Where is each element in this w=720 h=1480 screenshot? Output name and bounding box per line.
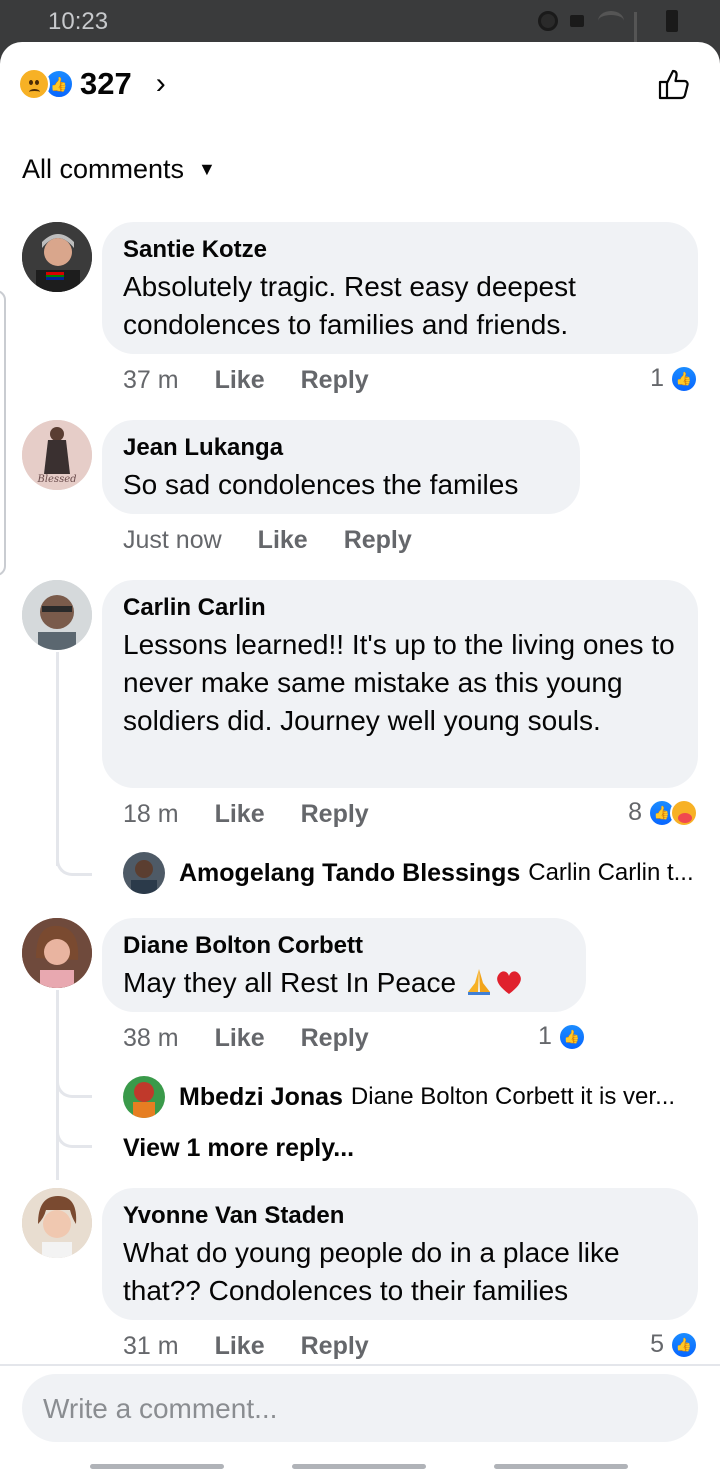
comment-text: Lessons learned!! It's up to the living … (123, 629, 675, 736)
comment-reactions[interactable]: 1 👍 (650, 364, 698, 393)
reply-preview[interactable]: Amogelang Tando Blessings Carlin Carlin … (123, 852, 703, 894)
comment-bubble[interactable]: Santie Kotze Absolutely tragic. Rest eas… (102, 222, 698, 354)
comment-bubble[interactable]: Carlin Carlin Lessons learned!! It's up … (102, 580, 698, 788)
reactions-summary[interactable]: 👍 327 › (18, 66, 166, 102)
home-button[interactable] (292, 1464, 426, 1469)
reaction-count: 327 (80, 66, 132, 101)
reply-text: Diane Bolton Corbett it is ver... (350, 1083, 676, 1110)
reaction-count: 8 (628, 798, 642, 826)
reply-text: Carlin Carlin t... (528, 859, 694, 886)
comment-actions: Just now Like Reply (123, 526, 412, 555)
chevron-down-icon: ▼ (198, 159, 216, 179)
view-more-replies-link[interactable]: View 1 more reply... (123, 1134, 354, 1163)
avatar-diane-bolton-corbett[interactable] (22, 918, 92, 988)
navigation-bar (0, 1452, 720, 1480)
comment-text: So sad condolences the familes (123, 469, 519, 500)
comment-author[interactable]: Santie Kotze (123, 236, 676, 264)
comment-input[interactable]: Write a comment... (22, 1374, 698, 1442)
comment-time[interactable]: 18 m (123, 800, 179, 829)
reply-button[interactable]: Reply (301, 366, 369, 395)
comment-actions: 31 m Like Reply (123, 1332, 369, 1361)
thread-connector (56, 1076, 92, 1098)
reply-avatar[interactable] (123, 1076, 165, 1118)
edge-panel-handle[interactable] (0, 290, 6, 576)
comment-text-content: May they all Rest In Peace (123, 967, 457, 998)
comment-reactions[interactable]: 5 👍 (650, 1330, 698, 1359)
like-button[interactable]: Like (258, 526, 308, 555)
like-button[interactable]: Like (215, 366, 265, 395)
comment-bubble[interactable]: Diane Bolton Corbett May they all Rest I… (102, 918, 586, 1012)
avatar-yvonne-van-staden[interactable] (22, 1188, 92, 1258)
thread-line (56, 652, 59, 866)
comment-text: What do young people do in a place like … (123, 1237, 620, 1306)
reply-button[interactable]: Reply (344, 526, 412, 555)
like-reaction-icon: 👍 (670, 364, 698, 393)
comment-text: Absolutely tragic. Rest easy deepest con… (123, 271, 576, 340)
reply-avatar[interactable] (123, 852, 165, 894)
like-outline-icon[interactable] (656, 66, 692, 102)
back-button[interactable] (494, 1464, 628, 1469)
comment-time[interactable]: 31 m (123, 1332, 179, 1361)
wifi-icon (598, 11, 624, 31)
thread-connector (56, 854, 92, 876)
comment-time[interactable]: 37 m (123, 366, 179, 395)
comment-bubble[interactable]: Jean Lukanga So sad condolences the fami… (102, 420, 580, 514)
chevron-right-icon: › (155, 67, 166, 100)
signal-icon (634, 12, 656, 56)
reply-author: Mbedzi Jonas (179, 1082, 343, 1111)
avatar-carlin-carlin[interactable] (22, 580, 92, 650)
like-button[interactable]: Like (215, 1332, 265, 1361)
comment-author[interactable]: Diane Bolton Corbett (123, 932, 564, 960)
avatar-santie-kotze[interactable] (22, 222, 92, 292)
avatar-badge-text: Blessed (36, 474, 76, 485)
comment-author[interactable]: Jean Lukanga (123, 434, 558, 462)
reply-button[interactable]: Reply (301, 1332, 369, 1361)
status-icons (538, 10, 678, 56)
mute-icon (568, 11, 588, 31)
composer-divider (0, 1364, 720, 1366)
comment-text: May they all Rest In Peace (123, 964, 564, 1002)
like-button[interactable]: Like (215, 800, 265, 829)
heart-emoji-icon (496, 971, 521, 994)
alarm-icon (538, 11, 558, 31)
comment-actions: 18 m Like Reply (123, 800, 369, 829)
comment-reactions[interactable]: 8 👍 (628, 798, 698, 827)
comments-sheet: 👍 327 › All comments ▼ Santie Kotze Abso… (0, 42, 720, 1480)
reaction-count: 1 (650, 364, 664, 392)
comment-author[interactable]: Yvonne Van Staden (123, 1202, 676, 1230)
reaction-count: 1 (538, 1022, 552, 1050)
sort-label: All comments (22, 154, 185, 184)
reply-button[interactable]: Reply (301, 1024, 369, 1053)
reply-preview[interactable]: Mbedzi Jonas Diane Bolton Corbett it is … (123, 1076, 703, 1118)
folded-hands-emoji-icon (467, 969, 490, 995)
comment-time[interactable]: Just now (123, 526, 222, 555)
battery-icon (666, 10, 678, 32)
recent-apps-button[interactable] (90, 1464, 224, 1469)
status-bar: 10:23 (0, 0, 720, 56)
reaction-count: 5 (650, 1330, 664, 1358)
comment-sort-dropdown[interactable]: All comments ▼ (22, 154, 216, 185)
reply-button[interactable]: Reply (301, 800, 369, 829)
comment-reactions[interactable]: 1 👍 (538, 1022, 586, 1051)
comment-author[interactable]: Carlin Carlin (123, 594, 676, 622)
comment-actions: 37 m Like Reply (123, 366, 369, 395)
like-reaction-icon: 👍 (670, 1330, 698, 1359)
reply-author: Amogelang Tando Blessings (179, 858, 521, 887)
avatar-jean-lukanga[interactable]: Blessed (22, 420, 92, 490)
comment-bubble[interactable]: Yvonne Van Staden What do young people d… (102, 1188, 698, 1320)
sad-reaction-icon (18, 68, 50, 100)
like-reaction-icon: 👍 (557, 1022, 586, 1051)
like-button[interactable]: Like (215, 1024, 265, 1053)
care-reaction-icon (670, 798, 698, 827)
comment-time[interactable]: 38 m (123, 1024, 179, 1053)
status-time: 10:23 (48, 8, 109, 35)
comment-actions: 38 m Like Reply (123, 1024, 369, 1053)
thread-connector (56, 1126, 92, 1148)
